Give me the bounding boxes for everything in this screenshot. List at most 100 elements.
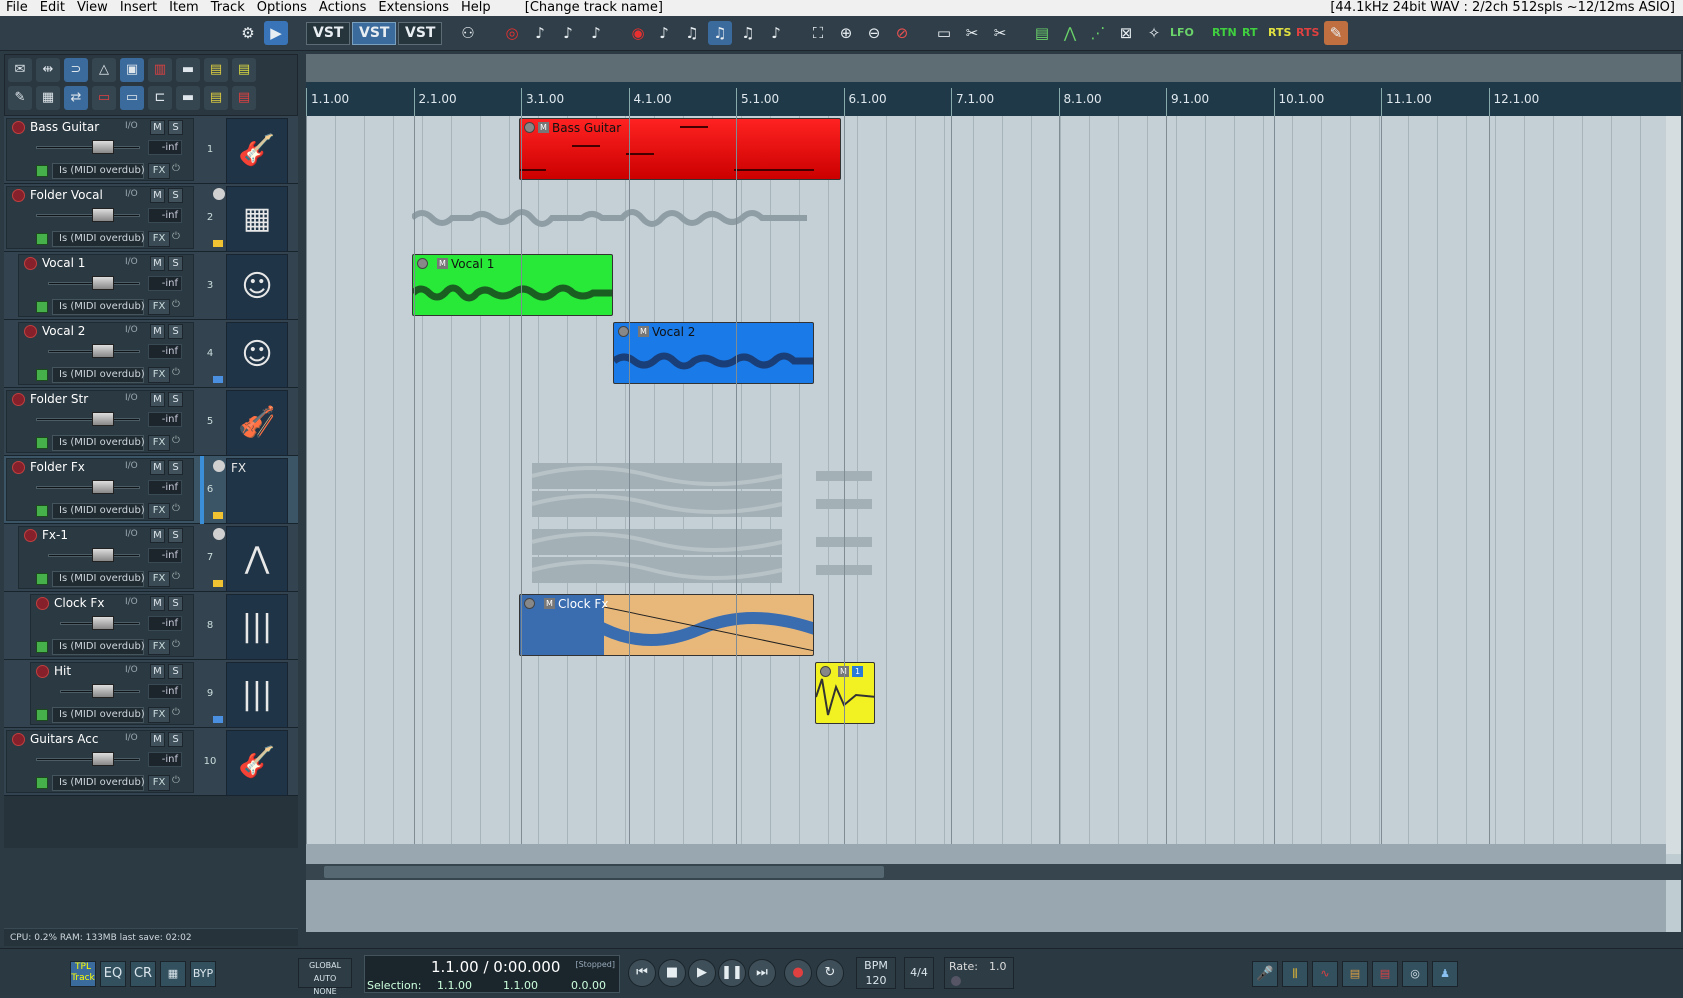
record-arm-icon[interactable] [12, 393, 25, 406]
track-4[interactable]: Vocal 2 I/O M S -inf Is (MIDI overdub) F… [4, 320, 298, 388]
beam-note-icon-2[interactable]: ♫ [708, 21, 732, 45]
arrange-view[interactable]: 1.1.00 2.1.00 3.1.00 4.1.00 5.1.00 6.1.00 7.1.… [306, 54, 1681, 932]
record-arm-icon[interactable] [36, 665, 49, 678]
automation-icon[interactable] [36, 369, 48, 381]
fx-button[interactable]: FX [148, 639, 170, 655]
record-arm-icon[interactable] [12, 733, 25, 746]
menu-options[interactable]: Options [251, 0, 313, 16]
metronome-tool-icon[interactable]: △ [92, 58, 116, 82]
volume-fader-knob[interactable] [92, 344, 114, 358]
input-select[interactable]: Is (MIDI overdub) [52, 367, 145, 383]
fx-button[interactable]: FX [148, 231, 170, 247]
power-icon[interactable]: ⏻ [172, 435, 182, 451]
ruler-bar-label[interactable]: 7.1.00 [951, 88, 994, 116]
rtn-button[interactable]: RTN [1212, 26, 1237, 39]
grid-icon[interactable]: ▦ [36, 86, 60, 110]
ruler-bar-label[interactable]: 4.1.00 [628, 88, 672, 116]
ruler-bar-label[interactable]: 3.1.00 [521, 88, 564, 116]
track-6[interactable]: Folder Fx I/O M S -inf Is (MIDI overdub)… [4, 456, 298, 529]
track-name[interactable]: Vocal 1 [42, 256, 85, 271]
time-display[interactable]: 1.1.00 / 0:00.000 [Stopped] Selection: 1… [364, 955, 620, 993]
volume-fader[interactable] [36, 214, 140, 217]
playrate-control[interactable]: Rate: 1.0 [944, 957, 1014, 989]
marker-lane[interactable] [306, 54, 1681, 82]
fx-button[interactable]: FX [148, 367, 170, 383]
automation-icon[interactable] [36, 301, 48, 313]
menu-insert[interactable]: Insert [114, 0, 163, 16]
automation-icon[interactable] [36, 505, 48, 517]
solo-button[interactable]: S [168, 392, 183, 407]
folder-state-icon[interactable] [213, 376, 223, 383]
menu-track[interactable]: Track [205, 0, 251, 16]
track-name[interactable]: Hit [54, 664, 71, 679]
tpl-track-button[interactable]: TPL Track [70, 961, 96, 987]
wrench-icon[interactable]: ✎ [8, 86, 32, 110]
record-arm-icon[interactable] [12, 189, 25, 202]
volume-fader-knob[interactable] [92, 412, 114, 426]
person-icon[interactable]: ♟ [1432, 961, 1458, 987]
render-icon[interactable]: ▶ [264, 21, 288, 45]
repeat-icon[interactable]: ↻ [816, 959, 844, 987]
fx-button[interactable]: FX [148, 299, 170, 315]
record-arm-icon[interactable] [24, 257, 37, 270]
envelope-icon-1[interactable]: ▤ [1030, 21, 1054, 45]
io-button[interactable]: I/O [125, 121, 138, 131]
menu-view[interactable]: View [71, 0, 114, 16]
menu-edit[interactable]: Edit [34, 0, 71, 16]
io-button[interactable]: I/O [125, 665, 138, 675]
item-clock-fx[interactable]: M Clock Fx [519, 594, 814, 656]
power-icon[interactable]: ⏻ [172, 231, 182, 247]
item-vocal-2[interactable]: M Vocal 2 [613, 322, 814, 384]
item-hit[interactable]: M 1 [815, 662, 875, 724]
vst-button-1[interactable]: VST [306, 22, 351, 45]
eraser-icon[interactable]: ▭ [92, 86, 116, 110]
track-5[interactable]: Folder Str I/O M S -inf Is (MIDI overdub… [4, 388, 298, 456]
track-3[interactable]: Vocal 1 I/O M S -inf Is (MIDI overdub) F… [4, 252, 298, 320]
automation-icon[interactable] [36, 437, 48, 449]
folder-new-icon[interactable]: ▤ [204, 86, 228, 110]
solo-button[interactable]: S [168, 460, 183, 475]
menu-item[interactable]: Item [163, 0, 205, 16]
volume-fader-knob[interactable] [92, 140, 114, 154]
mute-button[interactable]: M [150, 460, 165, 475]
note-icon-1[interactable]: ♪ [528, 21, 552, 45]
ruler-bar-label[interactable]: 6.1.00 [843, 88, 887, 116]
mute-button[interactable]: M [150, 120, 165, 135]
vst-button-3[interactable]: VST [398, 22, 443, 45]
menu-help[interactable]: Help [455, 0, 497, 16]
cut-icon[interactable]: ✂ [988, 21, 1012, 45]
rate-knob[interactable] [951, 976, 961, 986]
fx-button[interactable]: FX [148, 707, 170, 723]
loop-record-icon[interactable]: ◉ [626, 21, 650, 45]
timeline-ruler[interactable]: 1.1.00 2.1.00 3.1.00 4.1.00 5.1.00 6.1.00 7.1.… [306, 82, 1681, 116]
folder-plus-icon[interactable]: ▤ [204, 58, 228, 82]
routing-icon[interactable]: ⇄ [64, 86, 88, 110]
input-select[interactable]: Is (MIDI overdub) [52, 571, 145, 587]
note-icon-4[interactable]: ♪ [652, 21, 676, 45]
rts-button-2[interactable]: RTS [1296, 26, 1319, 39]
folder-state-icon[interactable] [213, 512, 223, 519]
calendar-icon[interactable]: ▦ [160, 961, 186, 987]
env-icon[interactable]: ▤ [1342, 961, 1368, 987]
envelope-icon-2[interactable]: ⋀ [1058, 21, 1082, 45]
glue-icon[interactable]: ▭ [932, 21, 956, 45]
power-icon[interactable]: ⏻ [172, 707, 182, 723]
mute-button[interactable]: M [150, 596, 165, 611]
ruler-bar-label[interactable]: 2.1.00 [413, 88, 457, 116]
power-icon[interactable]: ⏻ [172, 775, 182, 791]
ruler-bar-label[interactable]: 10.1.00 [1273, 88, 1324, 116]
power-icon[interactable]: ⏻ [172, 639, 182, 655]
track-name[interactable]: Bass Guitar [30, 120, 99, 135]
palette-icon[interactable]: ✎ [1324, 21, 1348, 45]
io-button[interactable]: I/O [125, 325, 138, 335]
item-mute-marker[interactable]: M [638, 326, 649, 337]
input-select[interactable]: Is (MIDI overdub) [52, 707, 145, 723]
automation-icon[interactable] [36, 641, 48, 653]
ripple-icon[interactable]: ⇹ [36, 58, 60, 82]
zoom-fit-icon[interactable]: ⛶ [806, 21, 830, 45]
wave-icon[interactable]: ∿ [1312, 961, 1338, 987]
solo-button[interactable]: S [168, 256, 183, 271]
io-button[interactable]: I/O [125, 733, 138, 743]
zoom-reset-icon[interactable]: ⊘ [890, 21, 914, 45]
time-signature[interactable]: 4/4 [904, 957, 934, 989]
